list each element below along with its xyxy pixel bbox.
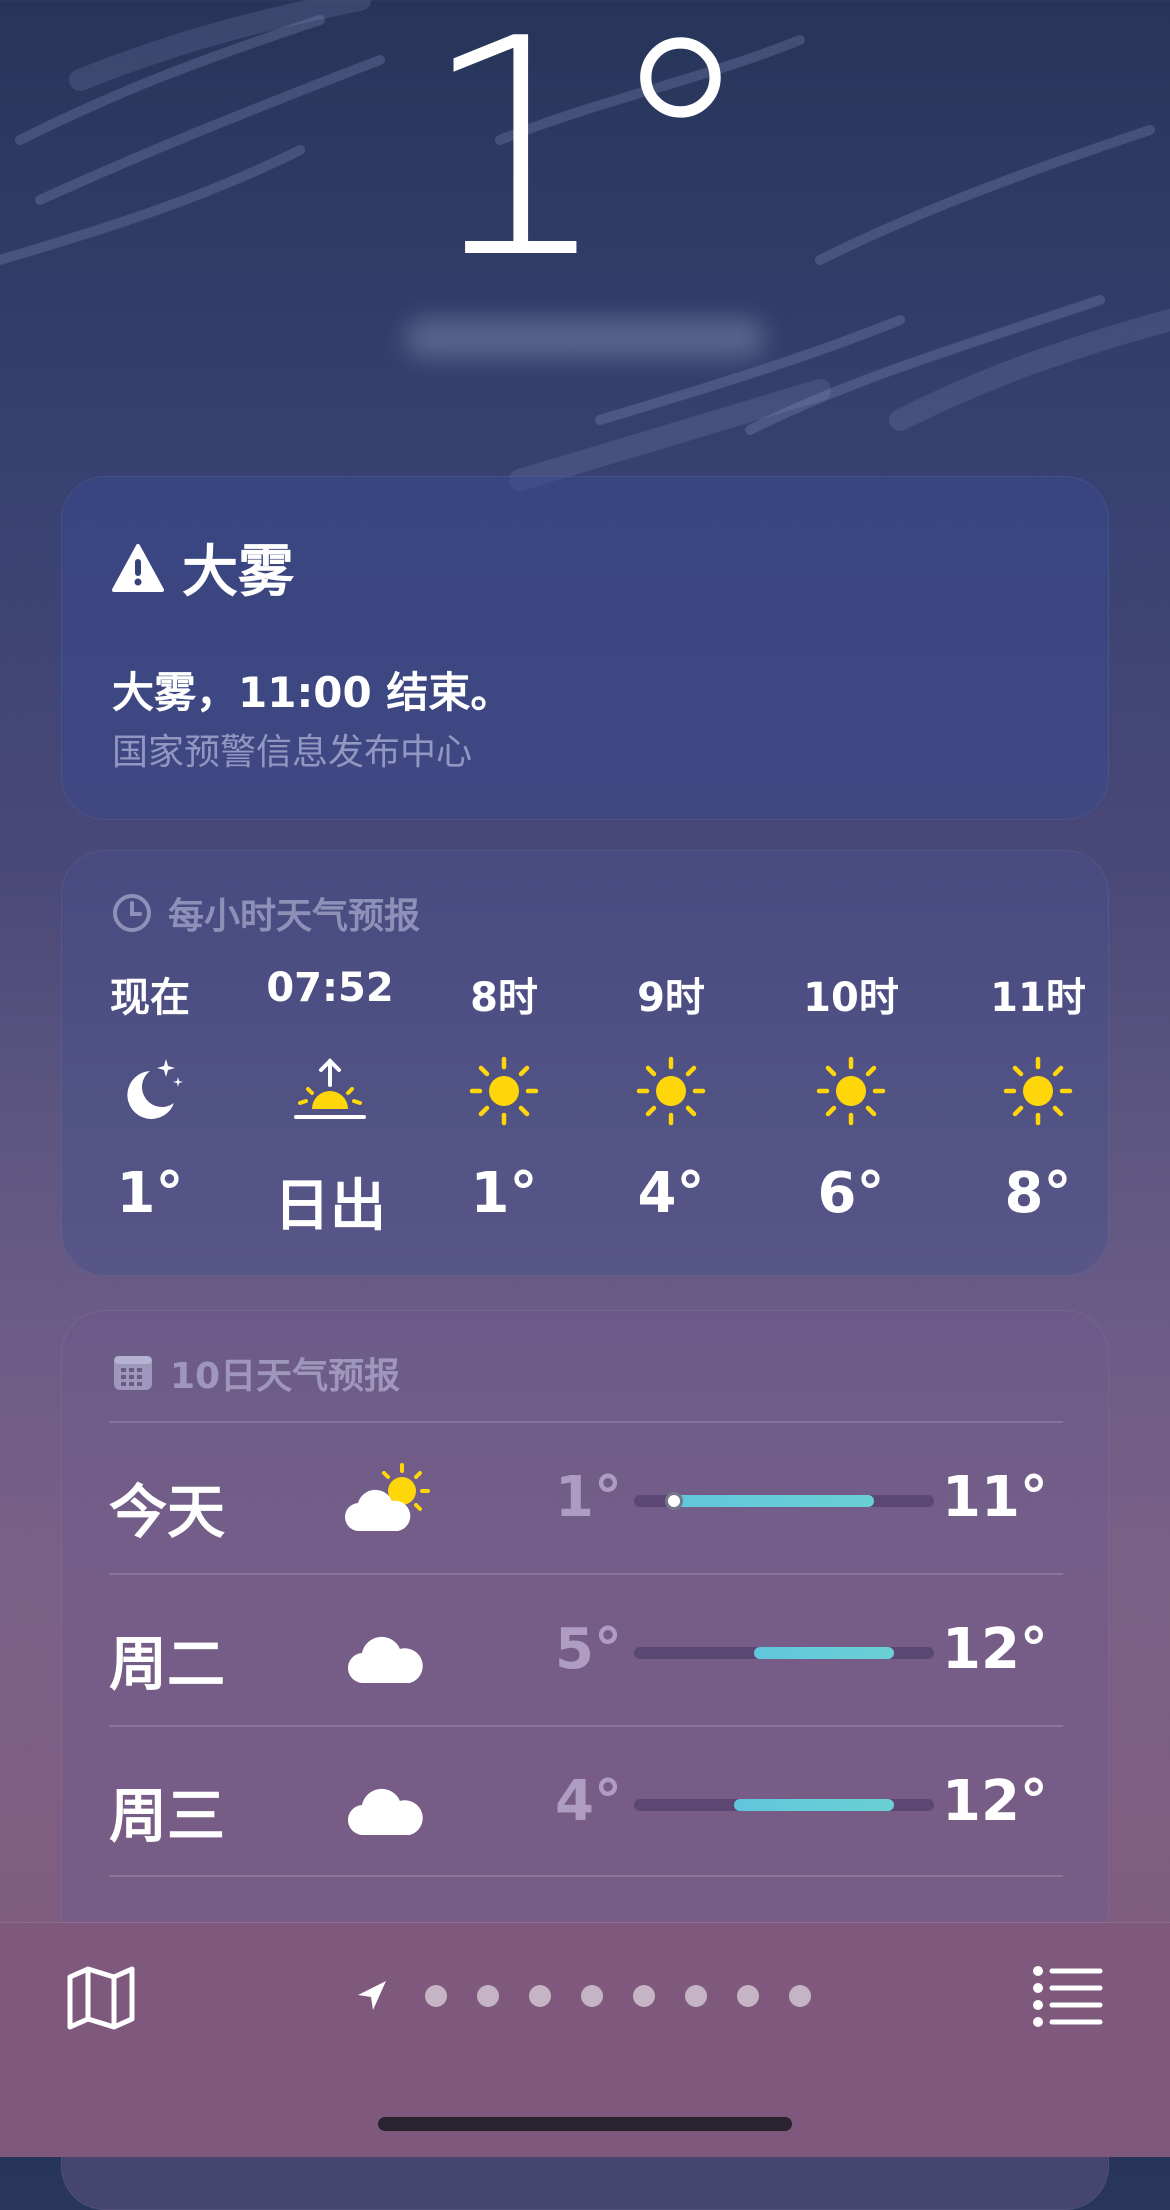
day-high-temp: 11° — [942, 1465, 1048, 1530]
day-row[interactable]: 周三 4° 12° — [62, 1727, 1110, 1877]
current-temperature: 1° — [420, 0, 756, 324]
temperature-range-bar — [634, 1799, 934, 1811]
page-dot[interactable] — [685, 1985, 707, 2007]
row-divider — [109, 1875, 1063, 1877]
hour-label: 现在 — [110, 975, 190, 1021]
temperature-range-fill — [734, 1799, 894, 1811]
sun-icon — [469, 1056, 539, 1126]
partly-sunny-icon — [344, 1463, 430, 1532]
hourly-forecast-card[interactable]: 每小时天气预报 现在 1° 07:52 日出 8时 1° 9时 4° 10时 6… — [61, 850, 1109, 1276]
page-dot[interactable] — [581, 1985, 603, 2007]
hour-temperature: 日出 — [274, 1174, 386, 1239]
blurred-location-text — [405, 318, 765, 358]
day-name: 周二 — [109, 1630, 226, 1698]
calendar-icon — [114, 1356, 152, 1390]
sun-icon — [636, 1056, 706, 1126]
page-indicator[interactable] — [354, 1971, 826, 2021]
warning-triangle-icon — [112, 543, 164, 592]
hour-label: 07:52 — [266, 965, 394, 1011]
home-indicator[interactable] — [378, 2117, 792, 2131]
alert-title: 大雾 — [182, 540, 294, 605]
cloud-icon — [347, 1636, 423, 1684]
hour-temperature: 1° — [470, 1161, 538, 1226]
sun-icon — [816, 1056, 886, 1126]
hour-temperature: 1° — [116, 1161, 184, 1226]
location-arrow-icon — [358, 1981, 386, 2010]
temperature-range-fill — [674, 1495, 874, 1507]
hour-item: 07:52 日出 — [245, 851, 415, 1277]
hour-item: 9时 4° — [586, 851, 756, 1277]
day-name: 今天 — [109, 1478, 226, 1546]
hour-label: 10时 — [803, 975, 899, 1021]
day-row[interactable]: 周二 5° 12° — [62, 1575, 1110, 1725]
page-dot[interactable] — [425, 1985, 447, 2007]
page-dot[interactable] — [633, 1985, 655, 2007]
alert-message: 大雾，11:00 结束。 — [112, 668, 513, 717]
hour-temperature: 8° — [1004, 1161, 1072, 1226]
weather-alert-card[interactable]: 大雾 大雾，11:00 结束。 国家预警信息发布中心 — [61, 476, 1109, 820]
hour-label: 9时 — [637, 975, 705, 1021]
hour-temperature: 6° — [817, 1161, 885, 1226]
hour-label: 11时 — [990, 975, 1086, 1021]
day-high-temp: 12° — [942, 1769, 1048, 1834]
hour-temperature: 4° — [637, 1161, 705, 1226]
day-low-temp: 1° — [555, 1465, 622, 1530]
temperature-range-fill — [754, 1647, 894, 1659]
day-name: 周三 — [109, 1782, 226, 1850]
hour-item: 现在 1° — [65, 851, 235, 1277]
day-row[interactable]: 今天 1° 11° — [62, 1423, 1110, 1573]
day-high-temp: 12° — [942, 1617, 1048, 1682]
day-low-temp: 4° — [555, 1769, 622, 1834]
bottom-toolbar — [0, 1922, 1170, 2157]
daily-title: 10日天气预报 — [170, 1356, 401, 1397]
current-temp-dot — [665, 1492, 683, 1510]
page-dot[interactable] — [737, 1985, 759, 2007]
page-dot[interactable] — [477, 1985, 499, 2007]
hour-item: 10时 6° — [766, 851, 936, 1277]
hour-item: 11时 8° — [953, 851, 1110, 1277]
daily-header: 10日天气预报 — [112, 1347, 400, 1399]
hour-item: 8时 1° — [419, 851, 589, 1277]
alert-title-row: 大雾 — [112, 527, 294, 608]
sun-icon — [1003, 1056, 1073, 1126]
alert-source: 国家预警信息发布中心 — [112, 732, 473, 773]
temperature-range-bar — [634, 1492, 934, 1510]
page-dot[interactable] — [529, 1985, 551, 2007]
hourly-scroll-area[interactable]: 每小时天气预报 现在 1° 07:52 日出 8时 1° 9时 4° 10时 6… — [62, 851, 1110, 1277]
hour-label: 8时 — [470, 975, 538, 1021]
list-icon[interactable] — [1032, 1963, 1104, 2029]
temperature-range-bar — [634, 1647, 934, 1659]
sunrise-icon — [294, 1058, 366, 1119]
cloud-icon — [347, 1788, 423, 1836]
map-icon[interactable] — [64, 1959, 138, 2033]
page-dot[interactable] — [789, 1985, 811, 2007]
moon-stars-icon — [127, 1059, 183, 1119]
day-low-temp: 5° — [555, 1617, 622, 1682]
